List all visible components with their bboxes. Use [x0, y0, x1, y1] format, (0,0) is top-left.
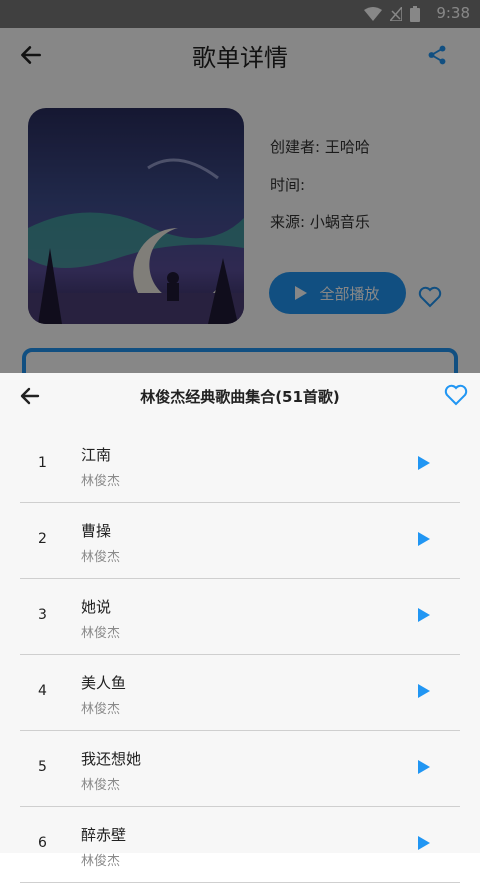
play-icon[interactable] — [418, 836, 430, 850]
heart-icon[interactable] — [444, 384, 468, 406]
song-artist: 林俊杰 — [81, 474, 121, 489]
song-row[interactable]: 2 曹操 林俊杰 — [20, 503, 460, 579]
song-artist: 林俊杰 — [81, 702, 121, 717]
play-icon[interactable] — [418, 532, 430, 546]
song-title: 美人鱼 — [81, 674, 127, 692]
song-artist: 林俊杰 — [81, 778, 121, 793]
song-list-sheet: 林俊杰经典歌曲集合(51首歌) 1 江南 林俊杰 2 曹操 林俊杰 3 她说 林… — [0, 373, 480, 883]
song-index: 3 — [38, 607, 47, 623]
song-title: 她说 — [81, 598, 112, 616]
dim-overlay[interactable] — [0, 0, 480, 373]
play-icon[interactable] — [418, 684, 430, 698]
play-icon[interactable] — [418, 456, 430, 470]
sheet-title: 林俊杰经典歌曲集合(51首歌) — [140, 388, 340, 406]
song-row[interactable]: 5 我还想她 林俊杰 — [20, 731, 460, 807]
song-row[interactable]: 6 醉赤壁 林俊杰 — [20, 807, 460, 883]
song-row[interactable]: 1 江南 林俊杰 — [20, 427, 460, 503]
song-index: 2 — [38, 531, 47, 547]
song-title: 我还想她 — [81, 750, 142, 768]
song-index: 5 — [38, 759, 47, 775]
sheet-header: 林俊杰经典歌曲集合(51首歌) — [0, 373, 480, 419]
song-artist: 林俊杰 — [81, 550, 121, 565]
song-row[interactable]: 4 美人鱼 林俊杰 — [20, 655, 460, 731]
song-title: 醉赤壁 — [81, 826, 127, 844]
play-icon[interactable] — [418, 760, 430, 774]
song-list: 1 江南 林俊杰 2 曹操 林俊杰 3 她说 林俊杰 4 美人鱼 林俊杰 5 我… — [0, 427, 480, 883]
song-artist: 林俊杰 — [81, 626, 121, 641]
song-title: 江南 — [81, 446, 112, 464]
song-index: 4 — [38, 683, 47, 699]
play-icon[interactable] — [418, 608, 430, 622]
song-index: 6 — [38, 835, 47, 851]
song-title: 曹操 — [81, 522, 112, 540]
song-index: 1 — [38, 455, 47, 471]
song-row[interactable]: 3 她说 林俊杰 — [20, 579, 460, 655]
